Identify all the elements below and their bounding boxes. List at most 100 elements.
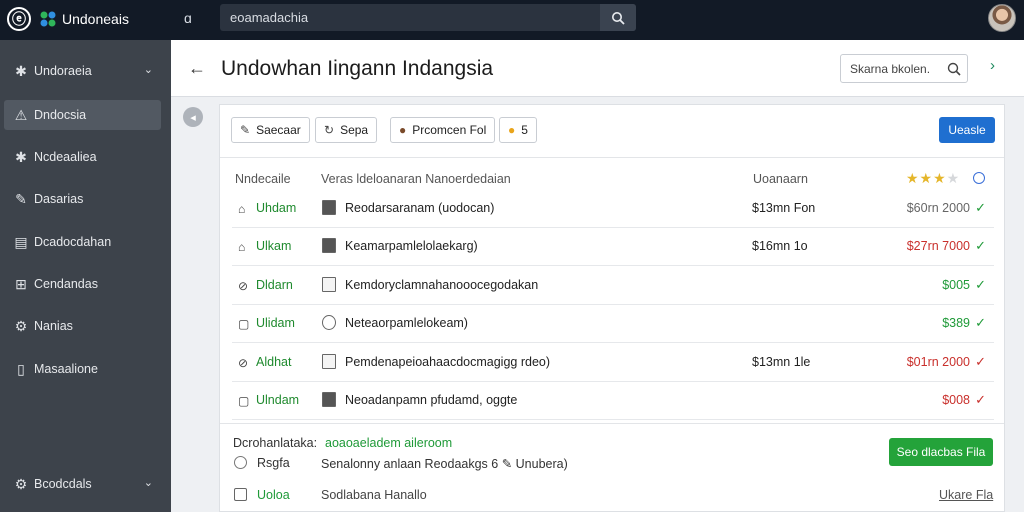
document-icon	[322, 277, 336, 292]
user-icon: ●	[399, 123, 407, 137]
page-title: Undowhan Iingann Indangsia	[221, 57, 494, 80]
row-name[interactable]: Neteaorpamlelokeam)	[345, 316, 468, 330]
table-row[interactable]: ▢ Ulidam Neteaorpamlelokeam) $389 ✓	[232, 305, 994, 343]
row-name[interactable]: Pemdenapeioahaacdocmagigg rdeo)	[345, 355, 550, 369]
row-amount: $389	[942, 316, 970, 330]
person-icon: ⚠	[14, 106, 28, 123]
row-name[interactable]: Reodarsaranam (uodocan)	[345, 201, 494, 215]
user-settings-icon: ⚙	[14, 317, 28, 334]
puzzle-icon: ✱	[15, 62, 27, 79]
row-status: Ulidam	[256, 316, 295, 330]
row-name[interactable]: Keamarpamlelolaekarg)	[345, 239, 478, 253]
primary-action-button[interactable]: Ueasle	[939, 117, 995, 143]
row-amount: $008	[942, 393, 970, 407]
footer-checkbox[interactable]	[234, 488, 247, 501]
sidebar-item-label: Bcodcdals	[34, 477, 92, 491]
global-search[interactable]: eoamadachia	[220, 4, 636, 31]
row-amount: $01rn 2000	[906, 355, 970, 369]
toolbar-chip-label: Prcomcen Fol	[412, 123, 487, 137]
toolbar-chip[interactable]: ● Prcomcen Fol	[390, 117, 496, 143]
sidebar-item-label: Dcadocdahan	[34, 235, 112, 249]
toolbar-chip[interactable]: ✎ Saecaar	[231, 117, 310, 143]
row-amount: $60rn 2000	[906, 201, 970, 215]
forward-chevron-button[interactable]: ›	[990, 57, 995, 74]
sidebar-item[interactable]: ⚙ Nanias	[4, 311, 161, 341]
row-name[interactable]: Neoadanpamn pfudamd, oggte	[345, 393, 517, 407]
row-status: Dldarn	[256, 278, 293, 292]
toolbar-chip-label: Saecaar	[256, 123, 301, 137]
info-icon[interactable]	[973, 172, 985, 184]
toolbar-chip[interactable]: ↻ Sepa	[315, 117, 378, 143]
content-panel: Ueasle Nndecaile Veras ldeloanaran Nanoe…	[219, 104, 1005, 512]
rating-stars[interactable]: ★★★★	[906, 170, 960, 187]
user-avatar[interactable]	[988, 4, 1016, 32]
column-header[interactable]: Uoanaarn	[753, 172, 808, 186]
row-status: Uhdam	[256, 201, 297, 215]
edit-icon[interactable]: ⊘	[238, 356, 248, 370]
sidebar-item[interactable]: ⊞ Cendandas	[4, 269, 161, 299]
sidebar-item[interactable]: ✱ Ncdeaaliea	[4, 142, 161, 172]
toolbar-chip[interactable]: ● 5	[499, 117, 537, 143]
sidebar-item[interactable]: ✎ Dasarias	[4, 184, 161, 214]
sidebar-item[interactable]: ⚠ Dndocsia	[4, 100, 161, 130]
checkbox-icon[interactable]: ▢	[238, 394, 249, 408]
header-search[interactable]: Skarna bkolen.	[840, 54, 968, 83]
settings-icon: ⚙	[14, 475, 28, 492]
sidebar-item-label: Undoraeia	[34, 64, 92, 78]
sidebar-item-label: Nanias	[34, 319, 73, 333]
column-header[interactable]: Veras ldeloanaran Nanoerdedaian	[321, 172, 511, 186]
home-icon[interactable]: ⌂	[238, 202, 245, 216]
app-logo-icon[interactable]: ⓔ	[7, 7, 31, 31]
search-icon	[612, 11, 625, 25]
sidebar-item[interactable]: ▤ Dcadocdahan	[4, 227, 161, 257]
search-input[interactable]: eoamadachia	[220, 10, 600, 25]
sidebar: ✱ Undoraeia ⌄ ⚠ Dndocsia ✱ Ncdeaaliea ✎ Dasarias…	[0, 40, 171, 512]
document-icon	[322, 392, 336, 407]
footer-link[interactable]: aoaoaeladem aileroom	[325, 436, 452, 450]
footer-secondary-link[interactable]: Ukare Fla	[939, 488, 993, 502]
row-status: Ulkam	[256, 239, 292, 253]
sidebar-item[interactable]: ▯ Masaalione	[4, 354, 161, 384]
sidebar-item-bottom[interactable]: ⚙ Bcodcdals ⌄	[4, 469, 161, 499]
collapse-toggle-button[interactable]: ◂	[183, 107, 203, 127]
footer-info: Senalonny anlaan Reodaakgs 6 ✎ Unubera)	[321, 457, 568, 471]
divider	[220, 157, 1004, 158]
edit-icon[interactable]: ⊘	[238, 279, 248, 293]
clock-icon	[322, 315, 336, 330]
checkbox-icon[interactable]: ▢	[238, 317, 249, 331]
row-price: $13mn 1le	[752, 355, 811, 369]
footer-label: Dcrohanlataka:	[233, 436, 318, 450]
table-row[interactable]: ▢ Ulndam Neoadanpamn pfudamd, oggte $008 ✓	[232, 382, 994, 420]
tool-icon: ✱	[15, 148, 27, 165]
check-icon: ✓	[975, 315, 986, 330]
chevron-down-icon[interactable]: ⌄	[144, 63, 153, 76]
table-row[interactable]: ⌂ Ulkam Keamarpamlelolaekarg) $16mn 1o $27rn…	[232, 228, 994, 266]
document-icon	[322, 200, 336, 215]
document-icon	[322, 238, 336, 253]
toolbar-chip-label: 5	[521, 123, 528, 137]
sidebar-item[interactable]: ✱ Undoraeia ⌄	[4, 56, 161, 86]
page-header: ← Undowhan Iingann Indangsia Skarna bkol…	[171, 40, 1024, 97]
search-button[interactable]	[600, 4, 636, 31]
table-row[interactable]: ⊘ Dldarn Kemdoryclamnahanooocegodakan $005 ✓	[232, 267, 994, 305]
column-header[interactable]: Nndecaile	[235, 172, 291, 186]
coin-icon: ●	[508, 123, 516, 137]
search-icon[interactable]	[943, 62, 967, 76]
table-row[interactable]: ⌂ Uhdam Reodarsaranam (uodocan) $13mn Fon $6…	[232, 190, 994, 228]
sidebar-item-label: Dndocsia	[34, 108, 87, 122]
nav-back-button[interactable]: ɑ	[184, 10, 192, 26]
check-icon: ✓	[975, 277, 986, 292]
clock-icon	[234, 456, 247, 469]
home-icon[interactable]: ⌂	[238, 240, 245, 254]
sidebar-item-label: Masaalione	[34, 362, 98, 376]
save-file-button[interactable]: Seo dlacbas Fila	[889, 438, 993, 466]
table-row[interactable]: ⊘ Aldhat Pemdenapeioahaacdocmagigg rdeo) $1…	[232, 344, 994, 382]
top-bar: ⓔ Undoneais ɑ eoamadachia	[0, 0, 1024, 40]
row-name[interactable]: Kemdoryclamnahanooocegodakan	[345, 278, 538, 292]
footer-status: Uoloa	[257, 488, 290, 502]
chevron-down-icon[interactable]: ⌄	[144, 476, 153, 489]
sidebar-item-label: Ncdeaaliea	[34, 150, 97, 164]
check-icon: ✓	[975, 354, 986, 369]
back-arrow-button[interactable]: ←	[188, 58, 206, 79]
header-search-input[interactable]: Skarna bkolen.	[841, 62, 943, 76]
